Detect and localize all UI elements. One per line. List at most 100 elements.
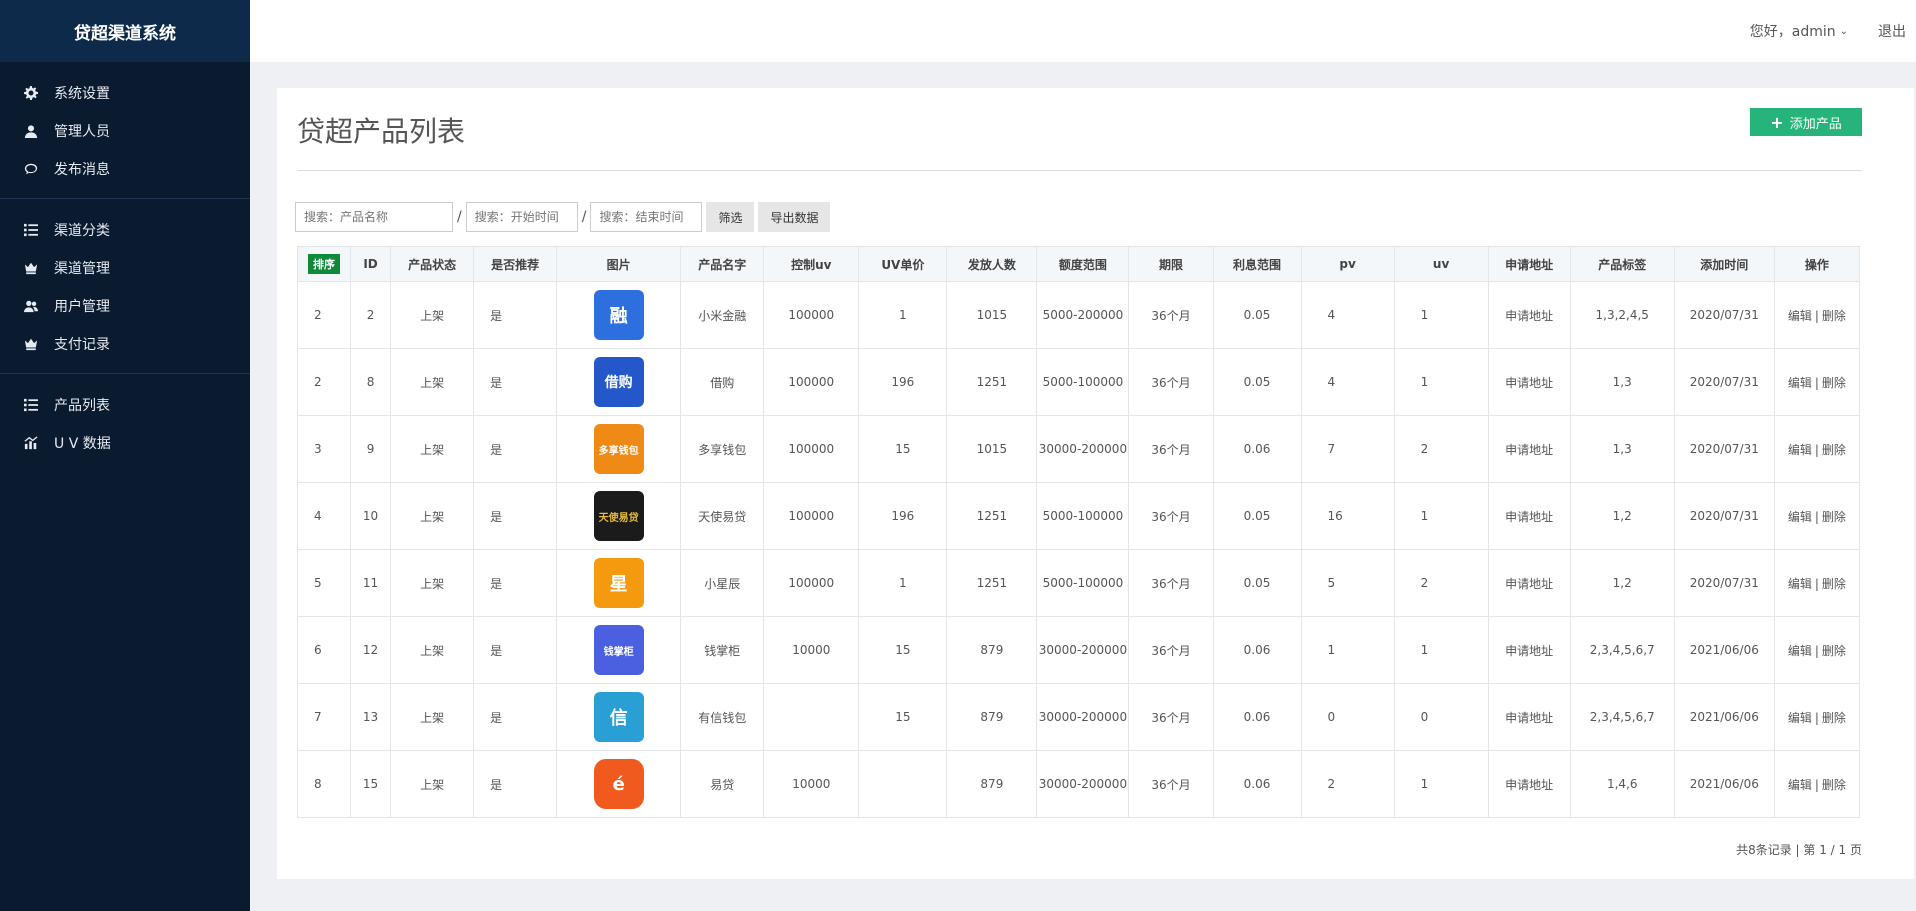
- edit-link[interactable]: 编辑: [1788, 778, 1812, 792]
- product-image-cell: 天使易贷: [556, 482, 682, 550]
- cell-uv-price: [858, 750, 948, 818]
- product-name-search-input[interactable]: [295, 202, 453, 232]
- cell-status: 上架: [390, 415, 475, 483]
- sidebar-item[interactable]: 产品列表: [0, 386, 250, 424]
- cell-tags: 1,2: [1569, 482, 1675, 550]
- cell-name: 小米金融: [680, 281, 765, 349]
- edit-link[interactable]: 编辑: [1788, 443, 1812, 457]
- sidebar-item[interactable]: 管理人员: [0, 112, 250, 150]
- row-actions: 编辑 | 删除: [1773, 616, 1861, 684]
- delete-link[interactable]: 删除: [1822, 711, 1846, 725]
- sidebar-item[interactable]: 支付记录: [0, 325, 250, 363]
- cell-uv-price: 1: [858, 549, 948, 617]
- cell-ctrl-uv: 100000: [763, 281, 860, 349]
- cell-ctrl-uv: 100000: [763, 348, 860, 416]
- column-header-label: 申请地址: [1505, 257, 1554, 272]
- cell-apply[interactable]: 申请地址: [1487, 482, 1571, 550]
- column-header-label: pv: [1339, 257, 1356, 271]
- sidebar-item-label: 渠道管理: [54, 261, 110, 277]
- cell-count: 1251: [946, 549, 1038, 617]
- edit-link[interactable]: 编辑: [1788, 577, 1812, 591]
- column-header-label: 是否推荐: [491, 257, 540, 272]
- user-menu[interactable]: 您好，admin ⌄: [1750, 0, 1848, 62]
- cell-date: 2021/06/06: [1673, 616, 1775, 684]
- product-table: 排序 ID 产品状态 是否推荐 图片 产品名字 控制uv UV单价 发放人数 额度范围 期限 利息范围…: [296, 246, 1861, 818]
- cell-apply[interactable]: 申请地址: [1487, 348, 1571, 416]
- sidebar-item-label: 系统设置: [54, 86, 110, 102]
- user-greeting: 您好，admin: [1749, 24, 1836, 40]
- cell-pv: 4: [1300, 281, 1395, 349]
- cell-date: 2020/07/31: [1673, 482, 1775, 550]
- sidebar-item[interactable]: 发布消息: [0, 150, 250, 188]
- column-header-label: 利息范围: [1233, 257, 1282, 272]
- delete-link[interactable]: 删除: [1822, 644, 1846, 658]
- product-logo: 钱掌柜: [593, 625, 644, 675]
- column-header-label: uv: [1432, 257, 1450, 271]
- table-row: 3 9 上架是多享钱包 多享钱包 100000 15 1015 30000-200000 36个…: [296, 415, 1861, 483]
- table-row: 5 11 上架是星小星辰 100000 1 1251 5000-100000 36个月 0.05…: [296, 549, 1861, 617]
- cell-name: 借购: [680, 348, 765, 416]
- cell-apply[interactable]: 申请地址: [1487, 549, 1571, 617]
- cell-sort: 6: [296, 616, 352, 684]
- sidebar-item[interactable]: 系统设置: [0, 74, 250, 112]
- delete-link[interactable]: 删除: [1822, 778, 1846, 792]
- column-header-label: 操作: [1804, 257, 1829, 272]
- edit-link[interactable]: 编辑: [1788, 309, 1812, 323]
- action-separator: |: [1814, 442, 1819, 457]
- cell-interest: 0.06: [1212, 750, 1302, 818]
- filter-bar: / / 筛选 导出数据: [295, 202, 831, 232]
- delete-link[interactable]: 删除: [1822, 577, 1846, 591]
- column-header: 期限: [1128, 246, 1214, 282]
- end-time-search-input[interactable]: [590, 202, 703, 232]
- add-product-button[interactable]: + 添加产品: [1750, 108, 1862, 136]
- sidebar-item[interactable]: 渠道管理: [0, 249, 250, 287]
- cell-tags: 2,3,4,5,6,7: [1569, 616, 1675, 684]
- cell-status: 上架: [390, 549, 475, 617]
- action-separator: |: [1814, 375, 1819, 390]
- cell-recommend: 是: [473, 549, 558, 617]
- edit-link[interactable]: 编辑: [1788, 711, 1812, 725]
- cell-apply[interactable]: 申请地址: [1487, 683, 1571, 751]
- cell-count: 1015: [946, 415, 1038, 483]
- edit-link[interactable]: 编辑: [1788, 644, 1812, 658]
- sidebar-group: 系统设置管理人员 发布消息: [0, 62, 250, 199]
- delete-link[interactable]: 删除: [1822, 376, 1846, 390]
- cell-uv-price: 196: [858, 348, 948, 416]
- delete-link[interactable]: 删除: [1822, 443, 1846, 457]
- cell-apply[interactable]: 申请地址: [1487, 281, 1571, 349]
- cell-apply[interactable]: 申请地址: [1487, 616, 1571, 684]
- cell-pv: 1: [1300, 616, 1395, 684]
- sidebar-item[interactable]: 用户管理: [0, 287, 250, 325]
- sidebar-item-label: U V 数据: [54, 436, 111, 452]
- cell-status: 上架: [390, 683, 475, 751]
- cell-pv: 16: [1300, 482, 1395, 550]
- users-icon: [24, 299, 38, 313]
- filter-button[interactable]: 筛选: [706, 202, 755, 232]
- top-bar: 您好，admin ⌄ 退出: [250, 0, 1916, 62]
- logout-link[interactable]: 退出: [1878, 0, 1906, 62]
- column-header: 发放人数: [946, 246, 1038, 282]
- column-header-label: 添加时间: [1700, 257, 1749, 272]
- column-header: 图片: [556, 246, 682, 282]
- cell-apply[interactable]: 申请地址: [1487, 750, 1571, 818]
- column-header-label: 额度范围: [1058, 257, 1107, 272]
- delete-link[interactable]: 删除: [1822, 510, 1846, 524]
- column-header: 产品状态: [390, 246, 475, 282]
- sidebar-item[interactable]: U V 数据: [0, 424, 250, 462]
- page-title: 贷超产品列表: [297, 115, 466, 148]
- export-button[interactable]: 导出数据: [758, 202, 831, 232]
- edit-link[interactable]: 编辑: [1788, 376, 1812, 390]
- list-icon: [24, 398, 38, 412]
- sidebar-item[interactable]: 渠道分类: [0, 211, 250, 249]
- delete-link[interactable]: 删除: [1822, 309, 1846, 323]
- cell-ctrl-uv: 10000: [763, 750, 860, 818]
- table-header-row: 排序 ID 产品状态 是否推荐 图片 产品名字 控制uv UV单价 发放人数 额度范围 期限 利息范围…: [296, 246, 1861, 282]
- cell-apply[interactable]: 申请地址: [1487, 415, 1571, 483]
- cell-uv-price: 15: [858, 415, 948, 483]
- cell-uv: 1: [1393, 482, 1489, 550]
- edit-link[interactable]: 编辑: [1788, 510, 1812, 524]
- cell-date: 2020/07/31: [1673, 348, 1775, 416]
- product-logo: 融: [593, 290, 644, 340]
- cell-count: 879: [946, 683, 1038, 751]
- start-time-search-input[interactable]: [465, 202, 578, 232]
